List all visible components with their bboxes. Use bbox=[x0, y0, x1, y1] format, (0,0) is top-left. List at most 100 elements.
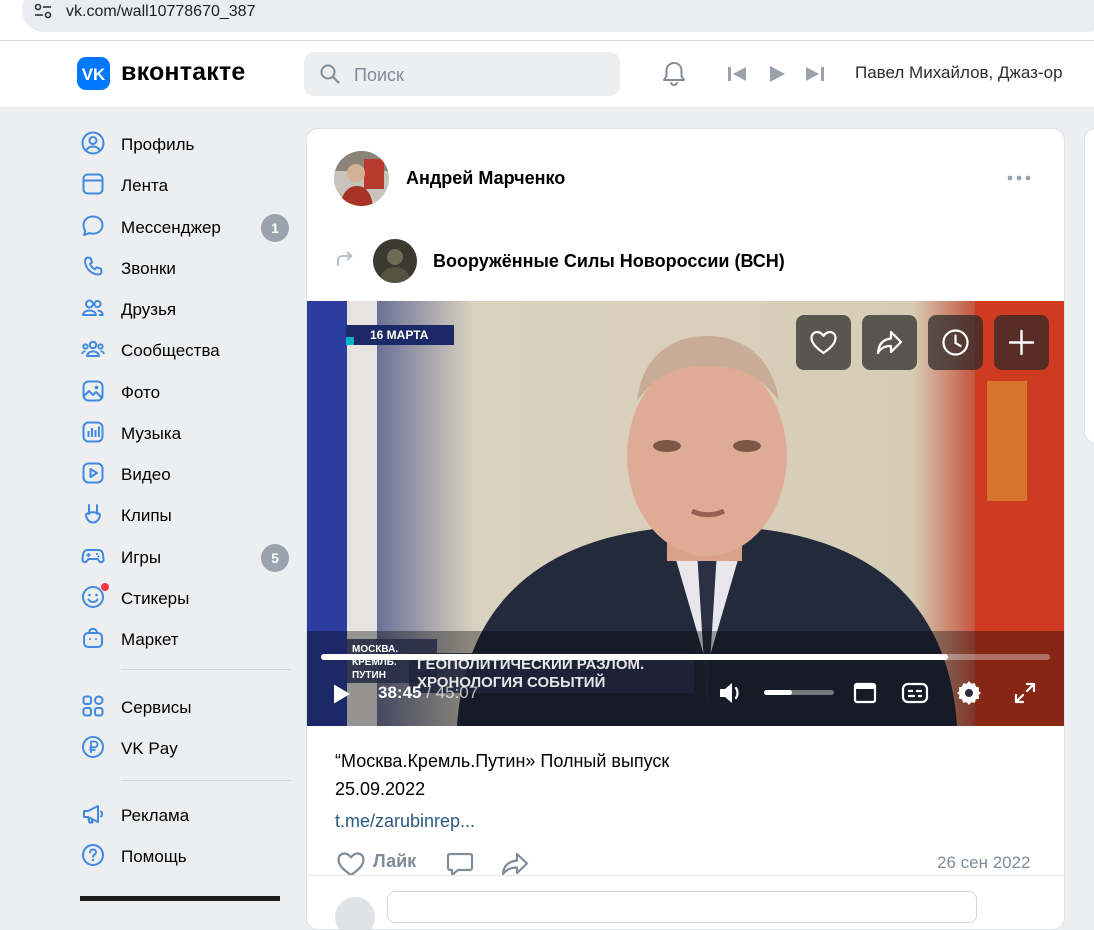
subtitles-icon[interactable] bbox=[901, 682, 929, 704]
volume-icon[interactable] bbox=[718, 681, 746, 705]
sidebar-item-friends[interactable]: Друзья bbox=[78, 289, 290, 327]
like-video-button[interactable] bbox=[796, 315, 851, 370]
video-time: 38:45 / 45:07 bbox=[378, 683, 478, 703]
sidebar-item-ads[interactable]: Реклама bbox=[78, 795, 290, 833]
duration: / 45:07 bbox=[426, 683, 479, 702]
sidebar-item-stickers[interactable]: Стикеры bbox=[78, 578, 290, 616]
message-bubble-icon bbox=[82, 215, 104, 236]
megaphone-icon bbox=[83, 805, 103, 824]
share-video-button[interactable] bbox=[862, 315, 917, 370]
repost-source-name[interactable]: Вооружённые Силы Новороссии (ВСН) bbox=[433, 251, 785, 272]
clips-icon bbox=[85, 504, 101, 524]
previous-track-icon[interactable] bbox=[727, 65, 747, 83]
sidebar-item-label: Фото bbox=[121, 383, 161, 402]
sidebar-item-calls[interactable]: Звонки bbox=[78, 248, 290, 286]
current-user-avatar bbox=[335, 897, 375, 929]
sidebar-item-vkpay[interactable]: VK Pay bbox=[78, 728, 290, 766]
logo-text[interactable]: вконтакте bbox=[121, 58, 246, 87]
market-bag-icon bbox=[83, 627, 103, 648]
user-circle-icon bbox=[81, 131, 105, 155]
share-arrow-icon bbox=[876, 330, 903, 355]
gamepad-icon bbox=[81, 549, 105, 564]
fullscreen-icon[interactable] bbox=[1013, 681, 1037, 705]
sidebar-item-feed[interactable]: Лента bbox=[78, 165, 290, 203]
heart-icon bbox=[810, 330, 837, 355]
sidebar-divider bbox=[121, 669, 291, 670]
sidebar-item-label: Стикеры bbox=[121, 589, 190, 608]
sidebar-item-label: Помощь bbox=[121, 847, 187, 866]
sidebar-item-profile[interactable]: Профиль bbox=[78, 124, 290, 162]
sidebar-item-market[interactable]: Маркет bbox=[78, 619, 290, 657]
volume-slider[interactable] bbox=[764, 690, 834, 695]
photo-icon bbox=[82, 380, 104, 402]
sidebar-item-label: Сообщества bbox=[121, 341, 220, 360]
unread-badge: 1 bbox=[261, 214, 289, 242]
sidebar-item-music[interactable]: Музыка bbox=[78, 413, 290, 451]
like-button-label[interactable]: Лайк bbox=[373, 851, 416, 872]
browser-address-bar: vk.com/wall10778670_387 bbox=[0, 0, 1094, 41]
comment-icon[interactable] bbox=[446, 851, 474, 877]
sidebar-divider bbox=[121, 780, 291, 781]
music-icon bbox=[82, 421, 104, 443]
sidebar-item-services[interactable]: Сервисы bbox=[78, 687, 290, 725]
repost-arrow-icon bbox=[337, 251, 353, 266]
sidebar-item-help[interactable]: Помощь bbox=[78, 836, 290, 874]
play-icon[interactable] bbox=[332, 683, 352, 705]
sidebar-item-label: Видео bbox=[121, 465, 171, 484]
sidebar-item-photos[interactable]: Фото bbox=[78, 372, 290, 410]
sidebar-item-games[interactable]: Игры 5 bbox=[78, 537, 290, 575]
now-playing-title[interactable]: Павел Михайлов, Джаз-ор bbox=[855, 63, 1094, 83]
play-track-icon[interactable] bbox=[768, 65, 786, 83]
phone-icon bbox=[83, 256, 103, 276]
post-author-name[interactable]: Андрей Марченко bbox=[406, 168, 565, 189]
next-track-icon[interactable] bbox=[805, 65, 825, 83]
watch-later-button[interactable] bbox=[928, 315, 983, 370]
notifications-bell-icon[interactable] bbox=[660, 60, 688, 88]
current-time: 38:45 bbox=[378, 683, 422, 702]
video-progress-fill bbox=[321, 654, 948, 660]
post-link[interactable]: t.me/zarubinrep... bbox=[335, 811, 475, 832]
sidebar-item-messenger[interactable]: Мессенджер 1 bbox=[78, 207, 290, 245]
sidebar-item-label: Маркет bbox=[121, 630, 179, 649]
mini-player-icon[interactable] bbox=[853, 682, 877, 704]
clock-icon bbox=[942, 329, 969, 356]
help-question-icon bbox=[82, 844, 104, 866]
search-box[interactable] bbox=[304, 52, 620, 98]
sidebar-item-label: Лента bbox=[121, 176, 169, 195]
like-heart-icon[interactable] bbox=[336, 850, 366, 878]
news-feed-icon bbox=[82, 173, 104, 195]
sidebar-item-clips[interactable]: Клипы bbox=[78, 495, 290, 533]
communities-icon bbox=[81, 340, 105, 357]
more-options-icon[interactable] bbox=[1007, 175, 1031, 181]
sidebar-item-label: Звонки bbox=[121, 259, 176, 278]
sidebar-item-label: Клипы bbox=[121, 506, 172, 525]
comment-input[interactable] bbox=[387, 891, 977, 923]
settings-gear-icon[interactable] bbox=[955, 679, 983, 707]
author-avatar[interactable] bbox=[334, 151, 389, 206]
volume-level-fill bbox=[764, 690, 792, 695]
svg-text:VK: VK bbox=[82, 65, 106, 84]
sidebar-item-label: Мессенджер bbox=[121, 218, 221, 237]
video-icon bbox=[82, 462, 104, 484]
sidebar-item-label: Игры bbox=[121, 548, 162, 567]
share-icon[interactable] bbox=[500, 851, 530, 877]
friends-icon bbox=[82, 299, 104, 316]
services-grid-icon bbox=[82, 695, 104, 717]
vk-logo-icon[interactable]: VK bbox=[77, 57, 110, 90]
new-indicator-dot bbox=[101, 583, 109, 591]
source-community-avatar[interactable] bbox=[373, 239, 417, 283]
sidebar-item-label: Друзья bbox=[121, 300, 177, 319]
video-progress-bar[interactable] bbox=[321, 654, 1050, 660]
post-date[interactable]: 26 сен 2022 bbox=[937, 853, 1031, 873]
right-column-card bbox=[1084, 128, 1094, 443]
search-icon bbox=[320, 64, 340, 84]
video-player[interactable]: 16 МАРТА МОСКВА. КРЕМЛЬ. ПУТИН ГЕОПОЛИТИ… bbox=[307, 301, 1064, 726]
vk-header: VK вконтакте Павел Михайлов, Джаз-ор bbox=[0, 41, 1094, 108]
site-settings-icon[interactable] bbox=[34, 3, 52, 19]
sidebar-item-label: Сервисы bbox=[121, 698, 192, 717]
sidebar-item-communities[interactable]: Сообщества bbox=[78, 330, 290, 368]
url-text[interactable]: vk.com/wall10778670_387 bbox=[66, 3, 255, 21]
search-input[interactable] bbox=[352, 52, 606, 98]
sidebar-item-video[interactable]: Видео bbox=[78, 454, 290, 492]
add-video-button[interactable] bbox=[994, 315, 1049, 370]
